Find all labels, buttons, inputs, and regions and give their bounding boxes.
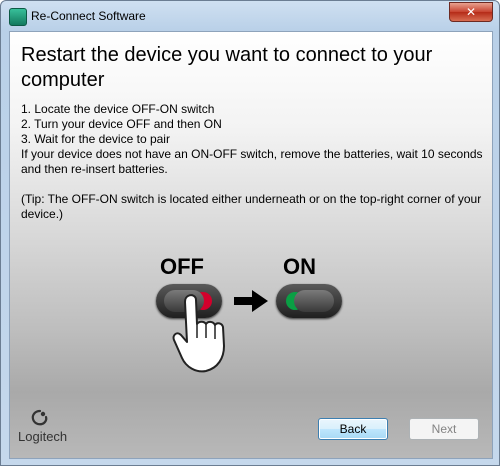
step-3: 3. Wait for the device to pair: [21, 132, 170, 146]
instructions: 1. Locate the device OFF-ON switch 2. Tu…: [21, 102, 483, 222]
dialog-content: Restart the device you want to connect t…: [9, 31, 493, 459]
step-1: 1. Locate the device OFF-ON switch: [21, 102, 215, 116]
window-title: Re-Connect Software: [31, 9, 146, 23]
logo-text: Logitech: [18, 429, 68, 444]
next-button[interactable]: Next: [409, 418, 479, 440]
app-icon: [9, 8, 27, 26]
logitech-logo: Logitech: [16, 407, 76, 447]
off-label: OFF: [160, 254, 204, 279]
close-button[interactable]: ✕: [449, 2, 493, 22]
logitech-logo-icon: [31, 409, 48, 426]
pointing-hand-icon: [172, 294, 225, 373]
step-2: 2. Turn your device OFF and then ON: [21, 117, 222, 131]
on-label: ON: [283, 254, 316, 279]
arrow-right-icon: [234, 290, 268, 312]
title-bar: Re-Connect Software ✕: [1, 1, 499, 31]
switch-on-icon: [276, 284, 342, 318]
switch-knob: [294, 290, 334, 312]
tip-text: (Tip: The OFF-ON switch is located eithe…: [21, 192, 482, 221]
no-switch-note: If your device does not have an ON-OFF s…: [21, 147, 483, 176]
switch-illustration: OFF ON: [140, 254, 360, 384]
page-title: Restart the device you want to connect t…: [21, 44, 433, 91]
back-button[interactable]: Back: [318, 418, 388, 440]
app-window: Re-Connect Software ✕ Restart the device…: [0, 0, 500, 466]
